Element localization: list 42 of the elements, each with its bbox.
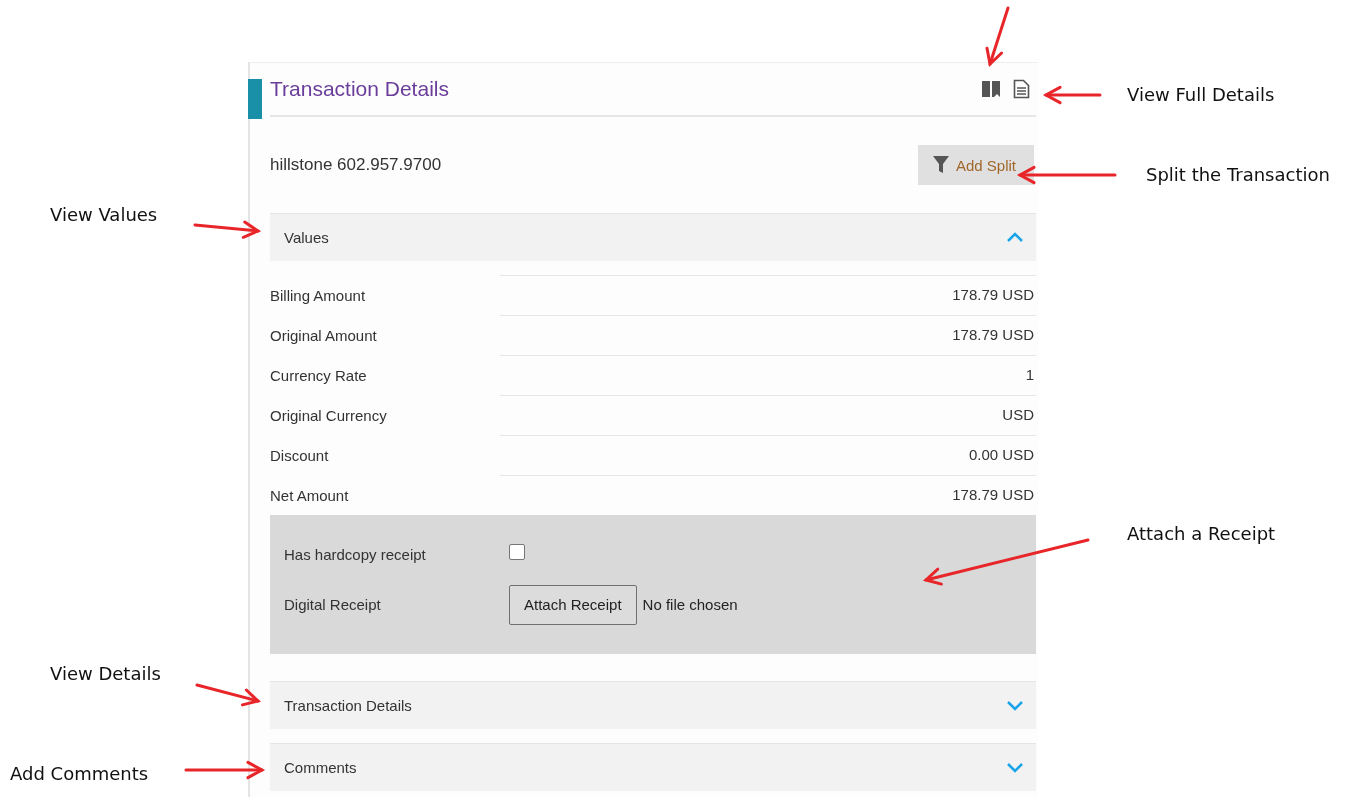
hardcopy-label: Has hardcopy receipt — [284, 545, 427, 563]
hardcopy-checkbox[interactable] — [509, 544, 525, 561]
value-amount: 1 — [500, 355, 1036, 395]
value-label: Currency Rate — [270, 366, 368, 384]
annotation-label: Add Comments — [10, 763, 149, 784]
arrow — [985, 6, 1010, 67]
value-label: Billing Amount — [270, 286, 367, 304]
arrow — [195, 683, 262, 707]
merchant-name: hillstone 602.957.9700 — [270, 155, 442, 175]
value-label: Net Amount — [270, 486, 350, 504]
section-header[interactable]: Values — [270, 213, 1036, 261]
chevron-down-icon — [1006, 700, 1024, 711]
section-header[interactable]: Comments — [270, 743, 1036, 791]
annotation-label: View Details — [50, 663, 161, 684]
attach-receipt-button[interactable]: Attach Receipt — [509, 584, 637, 625]
chevron-down-icon — [1006, 762, 1024, 773]
add-split-button[interactable]: Add Split — [917, 145, 1034, 185]
arrow — [1042, 85, 1102, 105]
annotation-label: View Values — [50, 204, 158, 225]
section-title: Comments — [284, 759, 357, 776]
value-label: Original Currency — [270, 406, 388, 424]
annotation-label: Attach a Receipt — [1127, 523, 1276, 544]
panel-marker — [248, 79, 262, 119]
filter-icon — [931, 155, 950, 175]
section-title: Transaction Details — [284, 697, 412, 714]
annotation-label: View Full Details — [1127, 84, 1275, 105]
file-status: No file chosen — [642, 596, 738, 614]
value-amount: 178.79 USD — [500, 315, 1036, 355]
value-amount: 0.00 USD — [500, 435, 1036, 475]
book-icon[interactable] — [981, 79, 1001, 99]
value-amount: 178.79 USD — [500, 275, 1036, 315]
chevron-up-icon — [1006, 232, 1024, 243]
panel-title: Transaction Details — [270, 77, 450, 101]
arrow — [193, 220, 262, 239]
value-label: Original Amount — [270, 326, 378, 344]
value-label: Discount — [270, 446, 330, 464]
value-amount: USD — [500, 395, 1036, 435]
digital-receipt-label: Digital Receipt — [284, 596, 382, 614]
section-title: Values — [284, 229, 329, 246]
annotation-label: Split the Transaction — [1146, 164, 1330, 185]
document-icon[interactable] — [1013, 79, 1030, 99]
section-header[interactable]: Transaction Details — [270, 681, 1036, 729]
